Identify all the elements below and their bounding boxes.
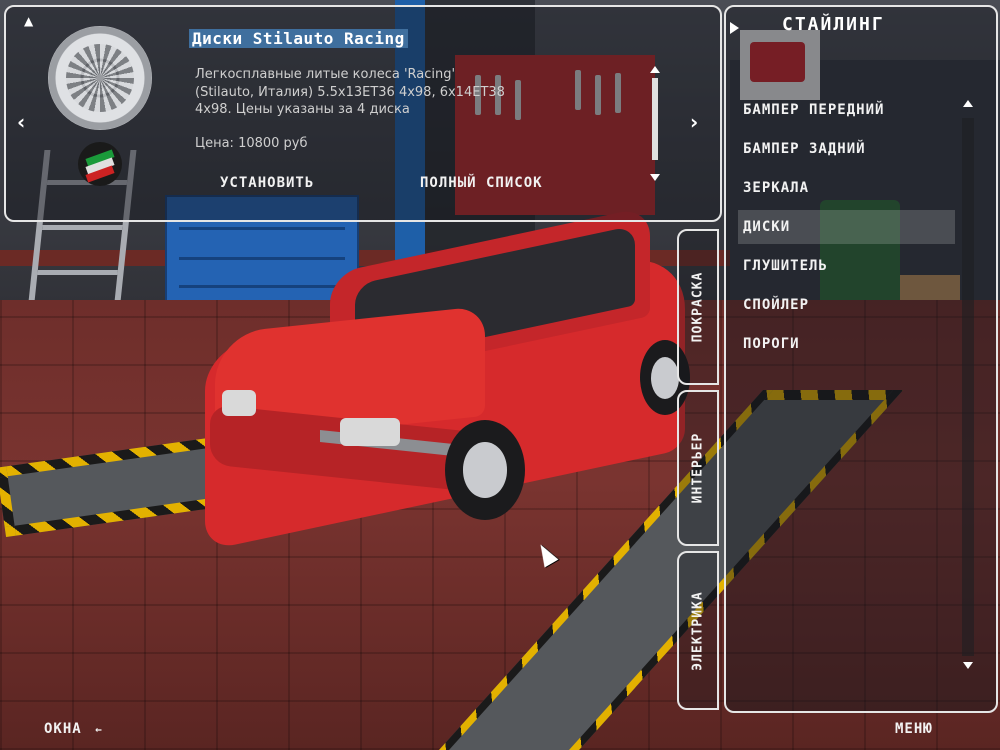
triangle-up-icon[interactable]: ▲ — [24, 14, 33, 28]
scroll-thumb[interactable] — [652, 78, 658, 160]
tab-electrics-label: ЭЛЕКТРИКА — [690, 590, 706, 671]
menu-item-mirrors[interactable]: ЗЕРКАЛА — [738, 171, 955, 205]
item-title: Диски Stilauto Racing — [189, 29, 408, 48]
menu-item-rims[interactable]: ДИСКИ — [738, 210, 955, 244]
menu-scrollbar[interactable] — [960, 100, 976, 675]
scroll-up-icon[interactable] — [963, 100, 973, 107]
headlight-right — [340, 418, 400, 446]
menu-item-muffler[interactable]: ГЛУШИТЕЛЬ — [738, 249, 955, 283]
tab-paint[interactable]: ПОКРАСКА — [677, 229, 719, 385]
description-scrollbar[interactable] — [648, 66, 662, 184]
car-wheel-front — [445, 420, 525, 520]
item-price: Цена: 10800 руб — [195, 135, 308, 151]
menu-item-rear-bumper[interactable]: БАМПЕР ЗАДНИЙ — [738, 132, 955, 166]
menu-item-front-bumper[interactable]: БАМПЕР ПЕРЕДНИЙ — [738, 93, 955, 127]
styling-title: СТАЙЛИНГ — [782, 14, 885, 35]
arrow-left-icon: ← — [95, 723, 103, 736]
menu-item-spoiler[interactable]: СПОЙЛЕР — [738, 288, 955, 322]
tab-paint-label: ПОКРАСКА — [690, 271, 706, 343]
chevron-left-icon[interactable]: ‹ — [17, 110, 25, 134]
description-text: Легкосплавные литые колеса 'Racing' (Sti… — [195, 67, 505, 117]
play-icon[interactable] — [730, 22, 739, 34]
windows-button[interactable]: ОКНА ← — [44, 721, 103, 737]
menu-button[interactable]: МЕНЮ — [895, 721, 933, 737]
install-button[interactable]: УСТАНОВИТЬ — [220, 175, 314, 191]
scroll-track[interactable] — [962, 118, 974, 656]
item-description: Легкосплавные литые колеса 'Racing' (Sti… — [195, 66, 515, 162]
windows-label: ОКНА — [44, 721, 82, 737]
tab-electrics[interactable]: ЭЛЕКТРИКА — [677, 551, 719, 710]
tab-interior[interactable]: ИНТЕРЬЕР — [677, 390, 719, 546]
scroll-down-icon[interactable] — [650, 174, 660, 181]
headlight-left — [222, 390, 256, 416]
tab-interior-label: ИНТЕРЬЕР — [690, 432, 706, 504]
chevron-right-icon[interactable]: › — [690, 110, 698, 134]
rim-preview-image — [48, 26, 152, 130]
scroll-up-icon[interactable] — [650, 66, 660, 73]
menu-item-sills[interactable]: ПОРОГИ — [738, 327, 955, 361]
scroll-down-icon[interactable] — [963, 662, 973, 669]
brand-logo — [78, 142, 122, 186]
full-list-button[interactable]: ПОЛНЫЙ СПИСОК — [420, 175, 543, 191]
